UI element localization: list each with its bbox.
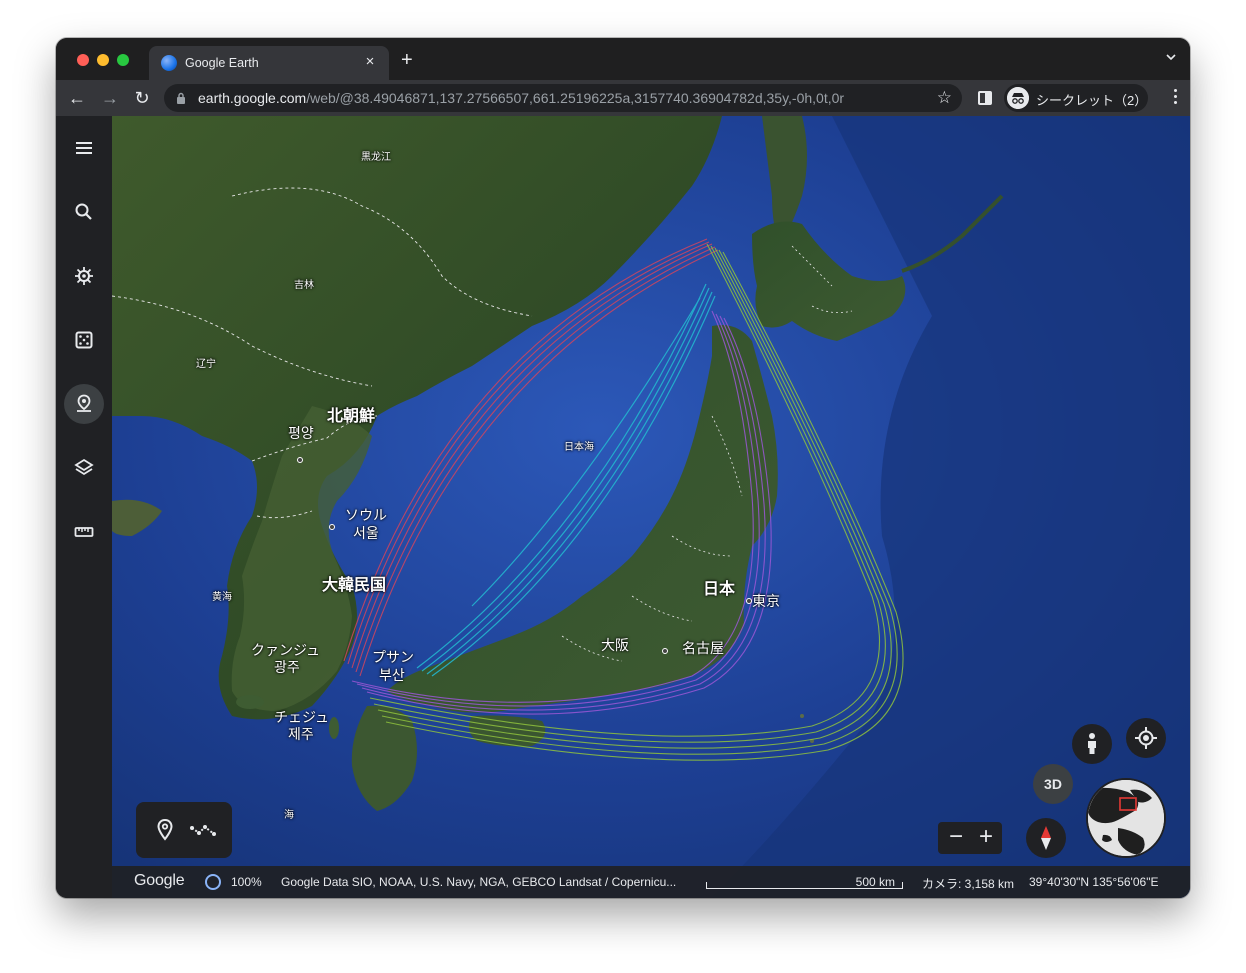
label-gwangju: 광주 — [274, 659, 300, 675]
google-earth-favicon-icon — [161, 55, 177, 71]
reload-button[interactable]: ↻ — [131, 87, 153, 109]
url-host: earth.google.com — [198, 90, 307, 106]
scale-bar: 500 km — [706, 875, 903, 889]
browser-toolbar: ← → ↻ earth.google.com/web/@38.49046871,… — [56, 80, 1190, 116]
label-nagoya: 名古屋 — [682, 640, 724, 656]
overview-globe[interactable] — [1086, 778, 1166, 858]
seoul-city-marker — [329, 524, 335, 530]
zoom-in-button[interactable]: + — [974, 824, 998, 852]
my-location-button[interactable] — [1126, 718, 1166, 758]
window-minimize-button[interactable] — [97, 54, 109, 66]
new-tab-button[interactable]: + — [401, 50, 413, 70]
side-panel-icon[interactable] — [978, 91, 992, 105]
url-text[interactable]: earth.google.com/web/@38.49046871,137.27… — [198, 90, 844, 106]
voyager-button[interactable] — [64, 256, 104, 296]
label-tokyo: 東京 — [752, 593, 780, 609]
earth-map-view[interactable]: 黒龙江 吉林 辽宁 北朝鮮 평양 ソウル 서울 大韓民国 黄海 クァンジュ 광주… — [112, 116, 1190, 898]
my-location-icon — [1135, 727, 1157, 749]
label-sea-fragment: 海 — [284, 810, 294, 821]
pegman-icon — [1088, 733, 1096, 754]
nagoya-city-marker — [662, 648, 668, 654]
compass-button[interactable] — [1026, 818, 1066, 858]
label-seoul-kana: ソウル — [345, 507, 387, 523]
satellite-imagery — [112, 116, 1190, 898]
search-button[interactable] — [64, 192, 104, 232]
forward-button[interactable]: → — [99, 87, 121, 109]
browser-window: Google Earth × + ← → ↻ earth.google.com/… — [56, 38, 1190, 898]
feeling-lucky-button[interactable] — [64, 320, 104, 360]
back-button[interactable]: ← — [66, 87, 88, 109]
camera-altitude: カメラ: 3,158 km — [922, 877, 1015, 891]
label-gwangju-kana: クァンジュ — [251, 642, 321, 658]
incognito-profile-button[interactable]: シークレット（2） — [1004, 84, 1148, 112]
projects-icon — [77, 394, 91, 412]
projects-button[interactable] — [64, 384, 104, 424]
label-south-korea: 大韓民国 — [322, 577, 387, 594]
chevron-down-icon[interactable] — [1166, 52, 1176, 62]
label-liaoning: 辽宁 — [196, 359, 216, 370]
street-view-button[interactable] — [1072, 724, 1112, 764]
browser-menu-icon[interactable] — [1174, 89, 1178, 107]
lock-icon — [177, 92, 185, 104]
window-close-button[interactable] — [77, 54, 89, 66]
status-bar: Google 100% Google Data SIO, NOAA, U.S. … — [112, 866, 1190, 898]
label-busan-kana: プサン — [372, 649, 414, 665]
voyager-icon — [75, 267, 93, 285]
draw-tools-panel — [136, 802, 232, 858]
tokyo-city-marker — [746, 598, 752, 604]
menu-button[interactable] — [64, 128, 104, 168]
url-path: /web/@38.49046871,137.27566507,661.25196… — [306, 90, 845, 106]
address-bar[interactable]: earth.google.com/web/@38.49046871,137.27… — [164, 84, 962, 112]
label-jeju-kana: チェジュ — [274, 709, 330, 725]
incognito-label: シークレット（2） — [1036, 93, 1148, 108]
zoom-out-button[interactable]: − — [944, 824, 968, 852]
scale-bar-label: 500 km — [855, 875, 895, 889]
label-jilin: 吉林 — [294, 280, 314, 291]
label-japan: 日本 — [703, 581, 736, 598]
draw-line-icon[interactable] — [190, 820, 216, 840]
label-sea-of-japan: 日本海 — [564, 442, 594, 453]
loading-progress-icon — [205, 874, 221, 890]
earth-sidebar — [56, 116, 112, 898]
bookmark-star-icon[interactable]: ☆ — [937, 88, 952, 108]
zoom-controls: − + — [938, 822, 1002, 854]
feeling-lucky-icon — [75, 331, 93, 349]
measure-button[interactable] — [64, 512, 104, 552]
tab-title: Google Earth — [185, 56, 259, 70]
tab-strip: Google Earth × + — [56, 38, 1190, 80]
tab-close-icon[interactable]: × — [361, 53, 379, 70]
label-busan: 부산 — [379, 667, 405, 683]
map-style-button[interactable] — [64, 448, 104, 488]
data-attribution[interactable]: Google Data SIO, NOAA, U.S. Navy, NGA, G… — [281, 875, 676, 889]
menu-icon — [76, 142, 92, 154]
label-jeju: 제주 — [288, 726, 314, 742]
label-osaka: 大阪 — [601, 637, 629, 653]
toggle-3d-button[interactable]: 3D — [1033, 764, 1073, 804]
loading-progress-text: 100% — [231, 875, 262, 889]
label-heilongjiang: 黒龙江 — [361, 152, 391, 163]
compass-icon — [1041, 826, 1051, 850]
label-seoul: 서울 — [353, 525, 379, 541]
google-logo: Google — [134, 872, 185, 889]
window-maximize-button[interactable] — [117, 54, 129, 66]
incognito-icon — [1007, 87, 1029, 109]
label-pyongyang: 평양 — [288, 425, 314, 441]
map-style-icon — [74, 458, 94, 476]
search-icon — [75, 203, 92, 220]
measure-icon — [74, 527, 94, 537]
cursor-coordinates: 39°40'30"N 135°56'06"E — [1029, 875, 1159, 889]
label-north-korea: 北朝鮮 — [327, 408, 376, 425]
browser-tab[interactable]: Google Earth × — [149, 46, 389, 80]
label-yellow-sea: 黄海 — [212, 592, 232, 603]
add-placemark-icon[interactable] — [154, 818, 176, 842]
pyongyang-city-marker — [297, 457, 303, 463]
